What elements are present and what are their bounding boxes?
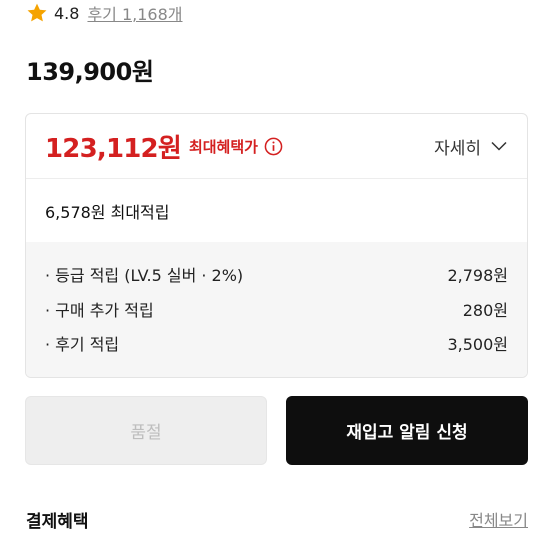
breakdown-row-review: · 후기 적립 3,500원 — [45, 331, 508, 366]
detail-label: 자세히 — [434, 138, 481, 159]
breakdown-label: · 구매 추가 적립 — [45, 300, 154, 320]
breakdown-label: · 등급 적립 (LV.5 실버 · 2%) — [45, 266, 244, 285]
payment-benefits-title: 결제혜택 — [26, 512, 89, 532]
max-benefit-price: 123,112원 — [45, 133, 182, 164]
review-count-link[interactable]: 후기 1,168개 — [87, 1, 182, 25]
breakdown-value: 3,500원 — [447, 335, 508, 354]
points-breakdown: · 등급 적립 (LV.5 실버 · 2%) 2,798원 · 구매 추가 적립… — [26, 242, 527, 377]
rating-score: 4.8 — [54, 3, 80, 23]
benefit-card-header: 123,112원 최대혜택가 자세히 — [26, 114, 527, 179]
info-icon[interactable] — [264, 137, 283, 156]
original-price: 139,900원 — [26, 58, 154, 86]
breakdown-value: 2,798원 — [447, 266, 508, 285]
star-icon — [27, 3, 47, 22]
chevron-down-icon — [491, 141, 507, 151]
breakdown-value: 280원 — [462, 300, 508, 320]
breakdown-row-grade: · 등급 적립 (LV.5 실버 · 2%) 2,798원 — [45, 262, 508, 297]
soldout-button: 품절 — [25, 396, 267, 465]
rating-row: 4.8 후기 1,168개 — [26, 0, 183, 26]
max-points-summary: 6,578원 최대적립 — [45, 202, 170, 222]
view-all-link[interactable]: 전체보기 — [469, 507, 528, 531]
breakdown-label: · 후기 적립 — [45, 335, 120, 354]
breakdown-row-purchase: · 구매 추가 적립 280원 — [45, 297, 508, 332]
detail-toggle[interactable]: 자세히 — [434, 134, 507, 159]
restock-alert-button[interactable]: 재입고 알림 신청 — [286, 396, 528, 465]
benefit-card: 123,112원 최대혜택가 자세히 6,578원 최대적립 · 등급 적립 (… — [25, 113, 528, 378]
max-benefit-label: 최대혜택가 — [188, 137, 258, 156]
